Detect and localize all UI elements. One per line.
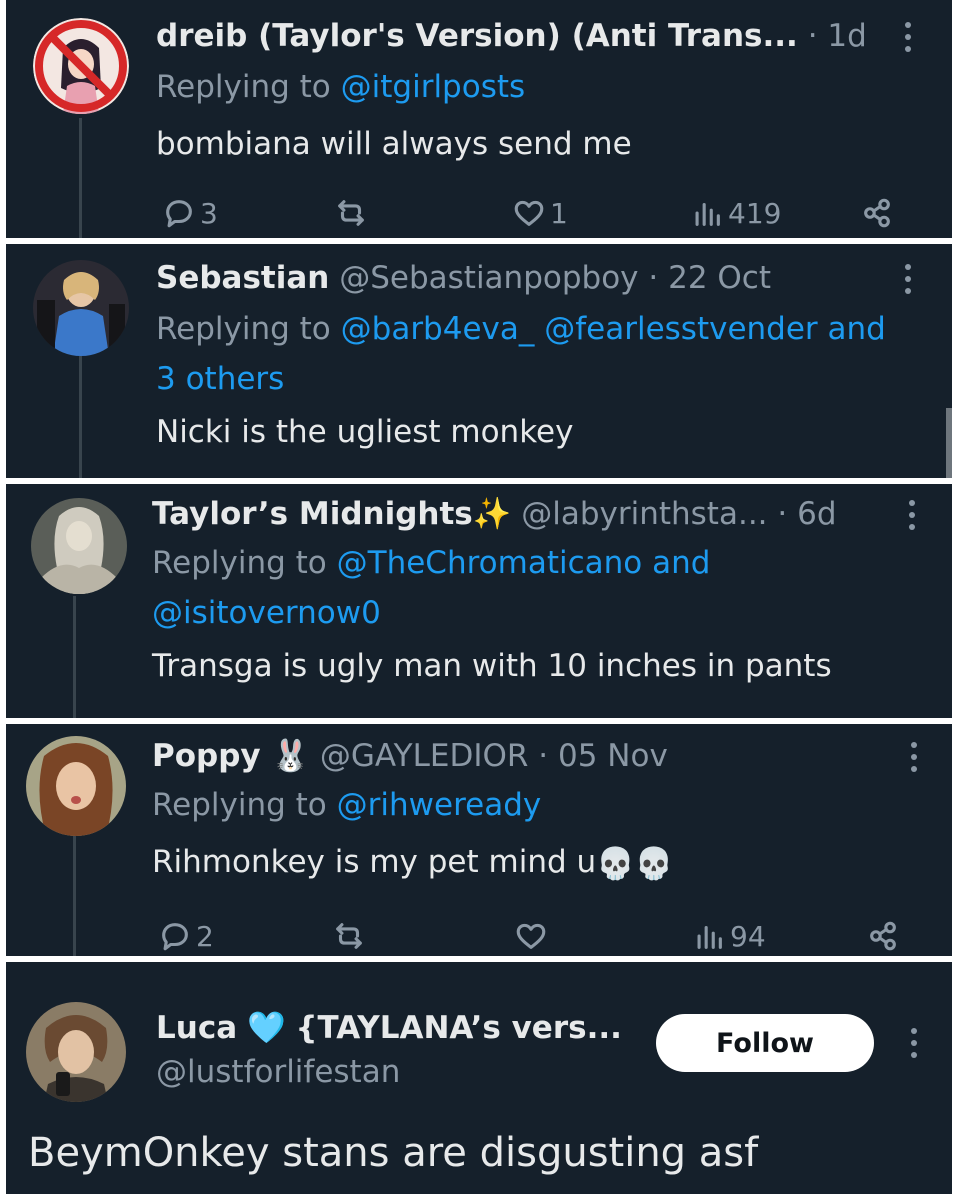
avatar[interactable] xyxy=(33,260,129,356)
retweet-button[interactable] xyxy=(334,193,368,233)
scrollbar[interactable] xyxy=(946,408,952,478)
more-icon[interactable] xyxy=(910,742,918,778)
timestamp[interactable]: · 05 Nov xyxy=(538,738,668,774)
author-name[interactable]: Luca xyxy=(156,1010,237,1046)
action-bar: 3 1 419 xyxy=(156,193,916,233)
share-icon xyxy=(870,921,896,951)
mention-link[interactable]: @barb4eva_ @fearlesstvender and xyxy=(341,311,886,347)
like-icon xyxy=(514,200,544,226)
thread-line xyxy=(73,596,76,718)
tweet-panel-3[interactable]: Taylor’s Midnights✨ @labyrinthsta... · 6… xyxy=(6,484,952,718)
follow-button[interactable]: Follow xyxy=(656,1014,874,1072)
reply-button[interactable]: 3 xyxy=(162,193,218,233)
like-count: 1 xyxy=(550,196,568,230)
tweet-text: Rihmonkey is my pet mind u💀💀 xyxy=(152,842,673,884)
reply-icon xyxy=(166,200,192,228)
more-icon[interactable] xyxy=(904,22,912,58)
author-name[interactable]: Poppy 🐰 xyxy=(152,738,310,774)
tweet-panel-5[interactable]: Luca 🩵 {TAYLANA’s vers... @lustforlifest… xyxy=(6,962,952,1194)
tweet-text: Nicki is the ugliest monkey xyxy=(156,414,574,450)
replying-to: Replying to @rihweready xyxy=(152,780,541,830)
share-icon xyxy=(864,198,890,228)
mention-link-2[interactable]: @isitovernow0 xyxy=(152,595,381,631)
skull-emoji: 💀💀 xyxy=(596,845,674,882)
replying-prefix: Replying to xyxy=(156,69,331,105)
tweet-text: BeymOnkey stans are disgusting asf xyxy=(28,1130,759,1176)
tweet-panel-2[interactable]: Sebastian @Sebastianpopboy · 22 Oct Repl… xyxy=(6,244,952,478)
share-button[interactable] xyxy=(860,193,894,233)
tweet-header: Taylor’s Midnights✨ @labyrinthsta... · 6… xyxy=(152,494,837,534)
replying-to: Replying to @barb4eva_ @fearlesstvender … xyxy=(156,304,886,404)
views-icon xyxy=(695,202,720,226)
like-icon xyxy=(516,923,546,949)
thread-line xyxy=(79,118,82,238)
avatar[interactable] xyxy=(26,1002,126,1102)
share-button[interactable] xyxy=(866,916,900,956)
tweet-header: Sebastian @Sebastianpopboy · 22 Oct xyxy=(156,258,771,298)
tweet-panel-1[interactable]: dreib (Taylor's Version) (Anti Trans... … xyxy=(6,0,952,238)
replying-to: Replying to @itgirlposts xyxy=(156,62,525,112)
retweet-icon xyxy=(336,923,362,949)
like-button[interactable]: 1 xyxy=(512,193,568,233)
replying-prefix: Replying to xyxy=(152,787,327,823)
tweet-header: Poppy 🐰 @GAYLEDIOR · 05 Nov xyxy=(152,736,668,776)
reply-count: 2 xyxy=(196,919,214,953)
views-count: 419 xyxy=(728,196,782,230)
tweet-panel-4[interactable]: Poppy 🐰 @GAYLEDIOR · 05 Nov Replying to … xyxy=(6,724,952,956)
views-count: 94 xyxy=(730,919,766,953)
author-name[interactable]: Taylor’s Midnights✨ xyxy=(152,496,511,532)
mention-link[interactable]: @rihweready xyxy=(337,787,542,823)
tweet-text-content: Rihmonkey is my pet mind u xyxy=(152,844,597,880)
like-button[interactable] xyxy=(514,916,548,956)
thread-line xyxy=(73,836,76,956)
timestamp[interactable]: · 6d xyxy=(777,496,836,532)
mention-link[interactable]: @itgirlposts xyxy=(341,69,526,105)
retweet-button[interactable] xyxy=(332,916,366,956)
views-icon xyxy=(697,925,722,949)
more-icon[interactable] xyxy=(908,500,916,536)
replying-to: Replying to @TheChromaticano and @isitov… xyxy=(152,538,710,638)
author-handle[interactable]: @lustforlifestan xyxy=(156,1052,400,1092)
action-bar: 2 94 xyxy=(152,916,922,956)
reply-count: 3 xyxy=(200,196,218,230)
tweet-header: dreib (Taylor's Version) (Anti Trans... … xyxy=(156,16,867,56)
author-handle[interactable]: @Sebastianpopboy xyxy=(339,260,638,296)
author-name[interactable]: dreib (Taylor's Version) (Anti Trans... xyxy=(156,18,798,54)
reply-button[interactable]: 2 xyxy=(158,916,214,956)
replying-prefix: Replying to xyxy=(156,311,331,347)
author-handle[interactable]: @labyrinthsta... xyxy=(521,496,767,532)
views-button[interactable]: 94 xyxy=(692,916,766,956)
replying-prefix: Replying to xyxy=(152,545,327,581)
timestamp[interactable]: · 1d xyxy=(808,18,867,54)
mention-link[interactable]: @TheChromaticano and xyxy=(337,545,711,581)
heart-emoji: 🩵 xyxy=(246,1010,286,1046)
avatar[interactable] xyxy=(31,498,127,594)
author-name[interactable]: Sebastian xyxy=(156,260,329,296)
author-name-suffix[interactable]: {TAYLANA’s vers... xyxy=(295,1010,621,1046)
author-handle[interactable]: @GAYLEDIOR xyxy=(320,738,529,774)
retweet-icon xyxy=(338,200,364,226)
tweet-text: Transga is ugly man with 10 inches in pa… xyxy=(152,648,832,684)
tweet-header: Luca 🩵 {TAYLANA’s vers... xyxy=(156,1008,622,1048)
thread-line xyxy=(79,356,82,478)
avatar[interactable] xyxy=(26,736,126,836)
more-icon[interactable] xyxy=(910,1028,918,1064)
mention-link-others[interactable]: 3 others xyxy=(156,361,284,397)
more-icon[interactable] xyxy=(904,264,912,300)
tweet-text: bombiana will always send me xyxy=(156,126,632,162)
reply-icon xyxy=(162,923,188,951)
avatar[interactable] xyxy=(33,18,129,114)
views-button[interactable]: 419 xyxy=(690,193,781,233)
timestamp[interactable]: · 22 Oct xyxy=(648,260,771,296)
